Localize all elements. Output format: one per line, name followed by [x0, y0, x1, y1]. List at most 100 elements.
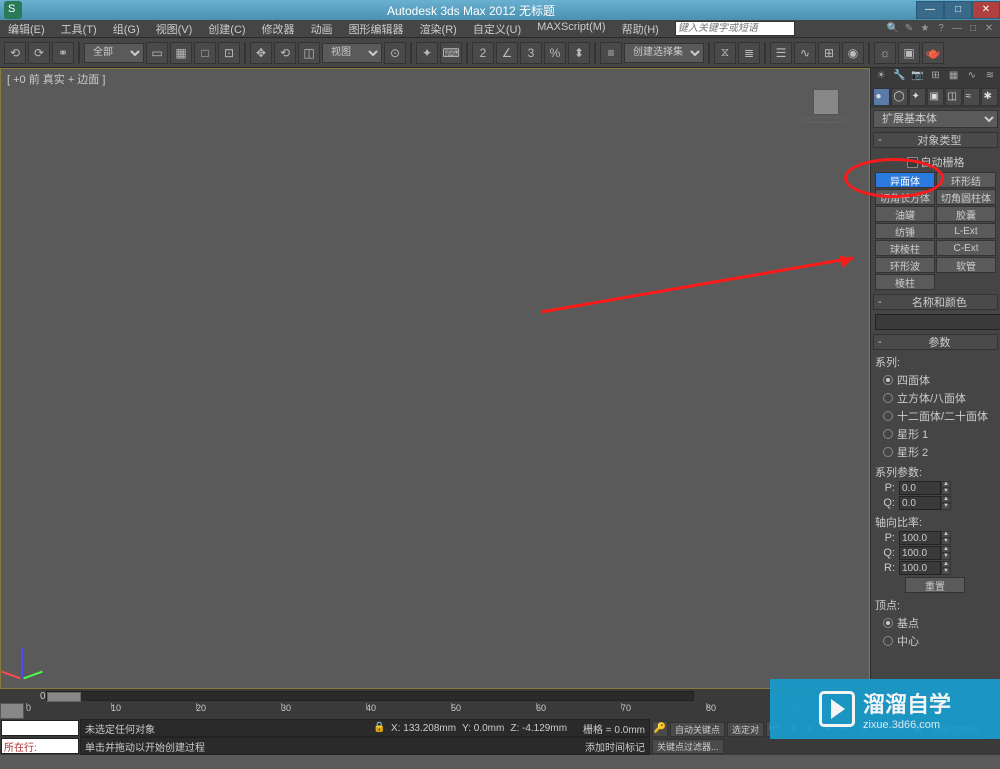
series-radio-3[interactable] [883, 429, 893, 439]
link-tool[interactable]: ⟲ [4, 42, 26, 64]
add-time-marker[interactable]: 添加时间标记 [585, 739, 645, 754]
select-tool[interactable]: ▭ [146, 42, 168, 64]
schematic-tool[interactable]: ⊞ [818, 42, 840, 64]
trackbar-toggle[interactable] [0, 703, 24, 719]
series-radio-1[interactable] [883, 393, 893, 403]
unlink-tool[interactable]: ⟳ [28, 42, 50, 64]
series-radio-2[interactable] [883, 411, 893, 421]
menu-视图(V)[interactable]: 视图(V) [148, 21, 201, 37]
rotate-tool[interactable]: ⟲ [274, 42, 296, 64]
manipulate-tool[interactable]: ✦ [416, 42, 438, 64]
objtype-胶囊[interactable]: 胶囊 [936, 206, 996, 222]
objtype-球棱柱[interactable]: 球棱柱 [875, 240, 935, 256]
selection-filter-button[interactable]: 选定对 [727, 722, 764, 737]
menu-渲染(R)[interactable]: 渲染(R) [412, 21, 465, 37]
camera-icon[interactable]: 📷 [910, 70, 924, 84]
viewport[interactable]: [ +0 前 真实 + 边面 ] [0, 68, 870, 689]
menu-创建(C)[interactable]: 创建(C) [200, 21, 253, 37]
key-toggle-icon[interactable]: 🔑 [652, 721, 668, 737]
menu-组(G)[interactable]: 组(G) [105, 21, 148, 37]
spinner-snap[interactable]: ⬍ [568, 42, 590, 64]
bind-tool[interactable]: ⚭ [52, 42, 74, 64]
render-tool[interactable]: 🫖 [922, 42, 944, 64]
time-slider-thumb[interactable] [47, 692, 81, 702]
create-tab[interactable]: ● [873, 88, 890, 106]
pivot-tool[interactable]: ⊙ [384, 42, 406, 64]
menu-图形编辑器[interactable]: 图形编辑器 [341, 21, 412, 37]
selection-filter-dropdown[interactable]: 全部 [84, 43, 144, 63]
lock-icon[interactable]: 🔒 [373, 722, 385, 734]
layers-tool[interactable]: ☰ [770, 42, 792, 64]
objtype-C-Ext[interactable]: C-Ext [936, 240, 996, 256]
render-setup-tool[interactable]: ☼ [874, 42, 896, 64]
objtype-环形结[interactable]: 环形结 [936, 172, 996, 188]
search-icon[interactable]: 🔍 [886, 22, 900, 36]
menu-帮助(H)[interactable]: 帮助(H) [614, 21, 667, 37]
objtype-软管[interactable]: 软管 [936, 257, 996, 273]
grid-icon[interactable]: ▦ [947, 70, 961, 84]
minimize-button[interactable]: — [916, 1, 944, 19]
objtype-纺锤[interactable]: 纺锤 [875, 223, 935, 239]
submenu-close-icon[interactable]: ✕ [982, 22, 996, 36]
window-crossing-tool[interactable]: ⊡ [218, 42, 240, 64]
keyboard-tool[interactable]: ⌨ [440, 42, 462, 64]
material-editor-tool[interactable]: ◉ [842, 42, 864, 64]
hierarchy-icon[interactable]: ⊞ [928, 70, 942, 84]
tool-icon[interactable]: ✎ [902, 22, 916, 36]
snap-2d[interactable]: 2 [472, 42, 494, 64]
menu-MAXScript(M)[interactable]: MAXScript(M) [529, 21, 613, 37]
location-input[interactable] [1, 738, 79, 754]
series-radio-0[interactable] [883, 375, 893, 385]
time-slider[interactable] [46, 691, 694, 701]
script-mini-input[interactable] [1, 720, 79, 736]
menu-工具(T)[interactable]: 工具(T) [53, 21, 105, 37]
auto-key-button[interactable]: 自动关键点 [670, 722, 725, 737]
menu-修改器[interactable]: 修改器 [254, 21, 303, 37]
named-sel-tool[interactable]: ≡ [600, 42, 622, 64]
motion-icon[interactable]: ∿ [965, 70, 979, 84]
objtype-切角圆柱体[interactable]: 切角圆柱体 [936, 189, 996, 205]
close-button[interactable]: ✕ [972, 1, 1000, 19]
star-icon[interactable]: ★ [918, 22, 932, 36]
mirror-tool[interactable]: ⧖ [714, 42, 736, 64]
space-warps-tab[interactable]: ≈ [963, 88, 980, 106]
vertex-radio-0[interactable] [883, 618, 893, 628]
help-search-input[interactable] [675, 21, 795, 36]
ratio-r-spinner[interactable] [899, 561, 941, 575]
restore-button[interactable]: □ [944, 1, 972, 19]
submenu-min-icon[interactable]: — [950, 22, 964, 36]
objtype-异面体[interactable]: 异面体 [875, 172, 935, 188]
shapes-tab[interactable]: ◯ [891, 88, 908, 106]
refcoord-dropdown[interactable]: 视图 [322, 43, 382, 63]
help-icon[interactable]: ? [934, 22, 948, 36]
render-frame-tool[interactable]: ▣ [898, 42, 920, 64]
objtype-L-Ext[interactable]: L-Ext [936, 223, 996, 239]
scale-tool[interactable]: ◫ [298, 42, 320, 64]
menu-动画[interactable]: 动画 [303, 21, 341, 37]
q-spinner[interactable] [899, 496, 941, 510]
objtype-棱柱[interactable]: 棱柱 [875, 274, 935, 290]
rollout-name-color[interactable]: -名称和颜色 [873, 294, 998, 310]
viewport-label[interactable]: [ +0 前 真实 + 边面 ] [7, 71, 105, 87]
display-icon[interactable]: ≋ [983, 70, 997, 84]
autogrid-checkbox[interactable] [907, 157, 918, 168]
curve-editor-tool[interactable]: ∿ [794, 42, 816, 64]
lights-tab[interactable]: ✦ [909, 88, 926, 106]
reset-button[interactable]: 重置 [905, 577, 965, 593]
move-tool[interactable]: ✥ [250, 42, 272, 64]
systems-tab[interactable]: ✱ [981, 88, 998, 106]
wrench-icon[interactable]: 🔧 [892, 70, 906, 84]
objtype-油罐[interactable]: 油罐 [875, 206, 935, 222]
ratio-q-spinner[interactable] [899, 546, 941, 560]
rollout-object-type[interactable]: -对象类型 [873, 132, 998, 148]
cameras-tab[interactable]: ▣ [927, 88, 944, 106]
vertex-radio-1[interactable] [883, 636, 893, 646]
objtype-环形波[interactable]: 环形波 [875, 257, 935, 273]
key-filter-button[interactable]: 关键点过滤器... [652, 739, 724, 754]
snap-3d[interactable]: 3 [520, 42, 542, 64]
menu-自定义(U)[interactable]: 自定义(U) [465, 21, 529, 37]
snap-percent[interactable]: % [544, 42, 566, 64]
object-name-input[interactable] [875, 314, 1000, 330]
helpers-tab[interactable]: ◫ [945, 88, 962, 106]
rect-select-tool[interactable]: □ [194, 42, 216, 64]
